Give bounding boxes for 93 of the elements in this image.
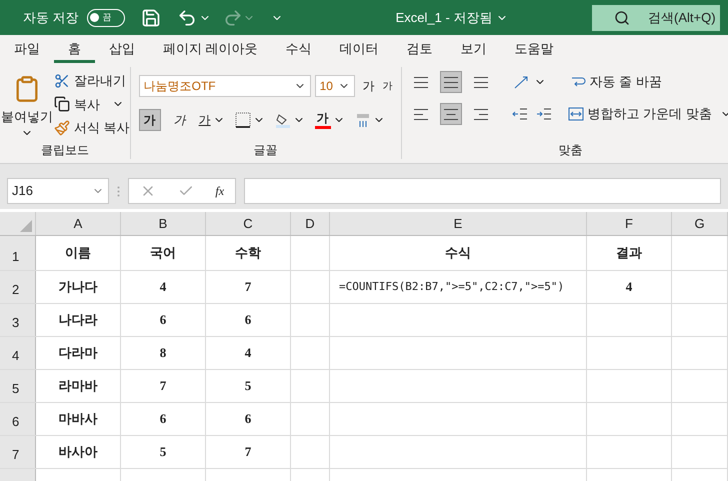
table-cell-text: 나다라 <box>58 311 98 330</box>
menu-tab[interactable]: 검토 <box>392 37 447 63</box>
table-cell-text: 가나다 <box>58 278 98 296</box>
paintbrush-icon <box>54 120 70 136</box>
font-color-button[interactable]: 가 <box>314 112 331 128</box>
column-header[interactable]: A <box>36 212 121 235</box>
row-header[interactable]: 5 <box>0 370 36 402</box>
fill-color-icon[interactable] <box>274 112 291 128</box>
scissors-icon <box>54 72 70 89</box>
table-cell-text: 이름 <box>65 244 91 262</box>
table-cell-text: 결과 <box>616 244 642 262</box>
row-header[interactable]: 6 <box>0 403 36 435</box>
align-lines-icon <box>474 108 488 120</box>
insert-function-button[interactable]: fx <box>215 182 224 200</box>
table-cell-text: 마바사 <box>58 410 98 428</box>
table-cell-text: 국어 <box>150 244 176 262</box>
menu-tab[interactable]: 데이터 <box>326 37 393 63</box>
grow-font-button[interactable]: 가 <box>362 77 375 95</box>
table-cell-text: 8 <box>160 344 166 362</box>
table-cell-text: 6 <box>160 410 166 428</box>
column-header[interactable]: B <box>121 212 206 235</box>
save-icon[interactable] <box>140 8 161 28</box>
table-cell-text: 수학 <box>235 244 261 262</box>
underline-button[interactable]: 가 <box>198 109 211 131</box>
row-header[interactable]: 3 <box>0 304 36 336</box>
search-field[interactable]: 검색(Alt+Q) <box>592 4 720 30</box>
row-header[interactable]: 2 <box>0 271 36 303</box>
menu-tab[interactable]: 보기 <box>446 37 501 63</box>
align-lines-icon <box>414 76 428 88</box>
formula-field[interactable] <box>244 178 721 204</box>
menu-tab[interactable]: 파일 <box>0 37 54 63</box>
font-size-field[interactable]: 10 <box>314 75 355 97</box>
column-header[interactable]: E <box>330 212 587 235</box>
table-cell-text: 6 <box>244 311 252 330</box>
table-cell-text: 4 <box>244 344 252 362</box>
border-icon[interactable] <box>234 112 251 128</box>
menu-tab[interactable]: 삽입 <box>95 37 149 63</box>
horizontal-align-button[interactable] <box>440 103 462 125</box>
align-lines-icon <box>474 76 488 88</box>
table-cell-text: 5 <box>244 377 252 396</box>
undo-icon[interactable] <box>176 8 197 28</box>
table-cell-text: 4 <box>160 278 166 296</box>
search-icon <box>614 10 630 26</box>
table-cell-text: 수식 <box>445 244 471 262</box>
column-header[interactable]: D <box>291 212 330 235</box>
autosave-label: 자동 저장 <box>23 8 79 27</box>
table-cell-text: 다라마 <box>58 344 98 362</box>
align-lines-icon <box>444 108 458 120</box>
table-cell-text: 5 <box>160 443 166 462</box>
grip-icon[interactable] <box>117 186 120 196</box>
table-cell-text: 6 <box>244 410 252 428</box>
merge-icon <box>568 107 584 121</box>
window-title[interactable]: Excel_1 - 저장됨 <box>396 8 492 28</box>
copy-icon <box>54 96 70 112</box>
italic-button[interactable]: 가 <box>170 109 189 131</box>
group-label: 클립보드 <box>40 142 89 159</box>
column-header[interactable]: C <box>206 212 291 235</box>
autosave-toggle[interactable]: 끔 <box>86 8 125 26</box>
table-cell-text: 라마바 <box>58 377 98 396</box>
row-header[interactable]: 1 <box>0 236 36 270</box>
table-cell-text: 4 <box>626 278 632 296</box>
table-cell-text: 7 <box>244 278 252 296</box>
group-label: 맞춤 <box>558 142 583 159</box>
table-cell-text: 7 <box>244 443 252 462</box>
table-cell-text: 6 <box>160 311 166 330</box>
bold-button[interactable]: 가 <box>138 109 161 131</box>
corner-triangle-icon <box>20 220 32 232</box>
table-cell-text: =COUNTIFS(B2:B7,">=5",C2:C7,">=5") <box>339 278 564 295</box>
menu-tab[interactable]: 도움말 <box>500 37 568 63</box>
column-header[interactable]: G <box>672 212 728 235</box>
format-painter-button[interactable]: 서식 복사 <box>54 118 130 138</box>
table-cell-text: 7 <box>160 377 166 396</box>
paste-button[interactable]: 붙여넣기 <box>0 67 54 141</box>
row-header[interactable]: 7 <box>0 436 36 468</box>
shrink-font-button[interactable]: 가 <box>382 78 393 94</box>
menu-tab[interactable]: 페이지 레이아웃 <box>149 37 272 63</box>
row-header[interactable]: 4 <box>0 337 36 369</box>
increase-indent-icon[interactable] <box>536 107 552 121</box>
merge-center-button[interactable]: 병합하고 가운데 맞춤 <box>568 104 728 124</box>
vertical-align-button[interactable] <box>440 71 462 93</box>
phonetic-icon[interactable] <box>354 112 371 128</box>
group-label: 글꼴 <box>254 142 278 159</box>
cut-button[interactable]: 잘라내기 <box>54 71 130 90</box>
copy-button[interactable]: 복사 <box>54 94 130 114</box>
wrap-text-button[interactable]: 자동 줄 바꿈 <box>570 72 662 92</box>
name-box[interactable]: J16 <box>7 178 109 204</box>
align-lines-icon <box>414 108 428 120</box>
column-header[interactable]: F <box>587 212 672 235</box>
table-cell-text: 바사아 <box>58 443 98 462</box>
decrease-indent-icon[interactable] <box>512 107 528 121</box>
menu-tab[interactable]: 수식 <box>272 37 326 63</box>
align-lines-icon <box>444 76 458 88</box>
font-name-field[interactable]: 나눔명조OTF <box>138 75 311 97</box>
